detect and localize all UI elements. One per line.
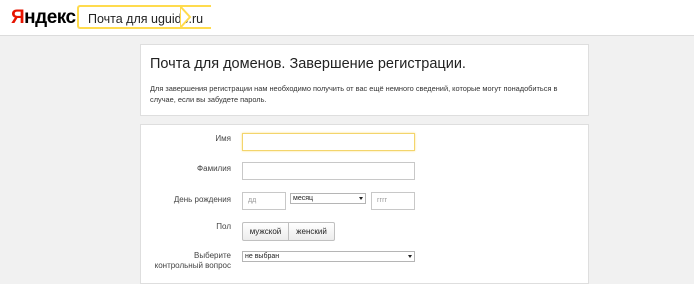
- security-question-select[interactable]: не выбран: [242, 251, 415, 262]
- birthday-day-input[interactable]: дд: [242, 192, 286, 210]
- birthday-month-value: месяц: [293, 195, 314, 202]
- birthday-year-input[interactable]: гггг: [371, 192, 415, 210]
- top-header: Яндекс Почта для uguide.ru: [0, 0, 694, 36]
- logo-rest: ндекс: [24, 7, 76, 28]
- page-title: Почта для доменов. Завершение регистраци…: [150, 56, 466, 72]
- yandex-logo[interactable]: Яндекс: [11, 7, 76, 29]
- security-question-value: не выбран: [245, 253, 280, 260]
- chevron-down-icon: [408, 255, 412, 258]
- chevron-down-icon: [359, 197, 363, 200]
- gender-label: Пол: [216, 222, 231, 231]
- registration-form: Имя Фамилия День рождения дд месяц гггг …: [140, 124, 589, 284]
- gender-female-button[interactable]: женский: [288, 222, 335, 241]
- first-name-input[interactable]: [242, 133, 415, 151]
- last-name-label: Фамилия: [197, 164, 231, 173]
- page-description: Для завершения регистрации нам необходим…: [150, 84, 558, 104]
- intro-card: Почта для доменов. Завершение регистраци…: [140, 44, 589, 116]
- birthday-month-select[interactable]: месяц: [290, 193, 366, 204]
- birthday-label: День рождения: [173, 195, 231, 204]
- security-question-label-1: Выберите: [194, 251, 231, 260]
- security-question-label-2: контрольный вопрос: [154, 261, 231, 270]
- gender-male-button[interactable]: мужской: [242, 222, 289, 241]
- last-name-input[interactable]: [242, 162, 415, 180]
- logo-first-letter: Я: [11, 7, 25, 28]
- first-name-label: Имя: [215, 134, 231, 143]
